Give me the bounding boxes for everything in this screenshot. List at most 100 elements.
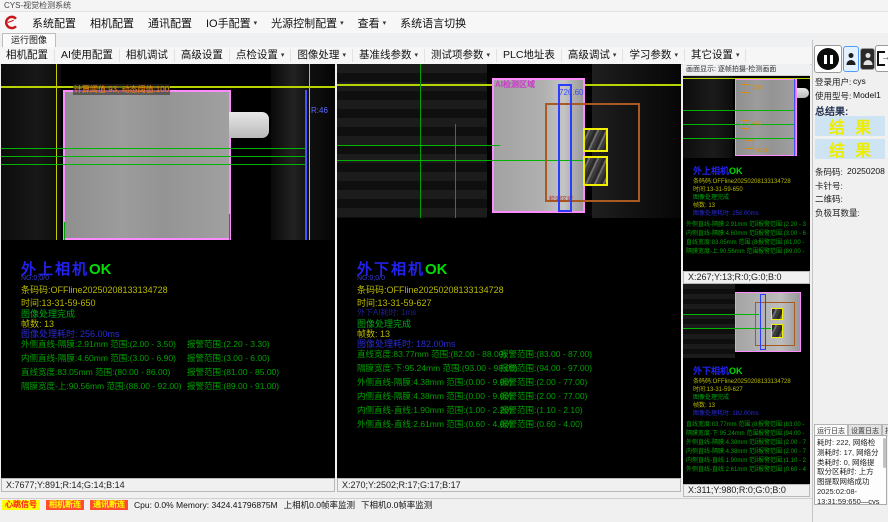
toolbar-ai-usage-config[interactable]: AI使用配置 (55, 49, 120, 62)
menu-item-light-control[interactable]: 光源控制配置▾ (264, 15, 351, 31)
toolbar-label: 基准线参数 (359, 49, 412, 62)
menu-item-camera-config[interactable]: 相机配置 (83, 15, 141, 31)
small-image-upper[interactable]: 2.91 4.60 90.56 (683, 76, 810, 158)
heartbeat-status-badge: 心跳信号 (2, 500, 40, 510)
tab-feature-box (771, 308, 783, 320)
alarm-range: 报警范围:(2.00 - 77.00) (758, 446, 806, 455)
pause-icon (817, 48, 839, 70)
ai-region-label: AI检测区域 (495, 79, 535, 90)
alarm-range: 报警范围:(83.00 - 87.00) (758, 419, 806, 428)
toolbar-spot-check[interactable]: 点检设置▾ (230, 49, 292, 62)
toolbar-label: AI使用配置 (61, 49, 113, 62)
width-value-label: 726.60 (559, 88, 583, 97)
toolbar-label: 相机调试 (126, 49, 168, 62)
measurement-row: 隔膜宽度-上:90.56mm 范围:(88.00 - 92.00)报警范围:(8… (21, 380, 182, 392)
menu-label: IO手配置 (206, 15, 251, 31)
toolbar-plc-address-table[interactable]: PLC地址表 (497, 49, 562, 62)
measurement-row: 隔膜宽度-上:90.56mm 范围:(88.00 - 92.00)报警范围:(8… (686, 246, 810, 255)
small-view-lower: 外下相机OK 条码码:OFFline20250208133134728 时间:1… (683, 284, 810, 484)
log-scrollbar[interactable] (883, 438, 886, 468)
marker-box (741, 120, 750, 129)
alarm-range: 报警范围:(89.00 - 91.00) (758, 246, 806, 255)
width-measure-box (760, 294, 766, 350)
tab-run-image[interactable]: 运行图像 (2, 33, 56, 47)
menu-label: 通讯配置 (148, 15, 192, 31)
toolbar-camera-config[interactable]: 相机配置 (0, 49, 55, 62)
measurement-value: 外侧直线-隔膜:4.38mm 范围:(0.00 - 9.00) (686, 437, 758, 446)
camera-image-lower-outer[interactable]: AI检测区域 检测区域 726.60 (337, 64, 681, 218)
alarm-range: 报警范围:(3.00 - 6.00) (758, 228, 806, 237)
measurement-value: 外侧直线-直线:2.61mm 范围:(0.60 - 4.00) (686, 464, 758, 473)
pause-button[interactable] (814, 45, 842, 73)
toolbar-baseline-params[interactable]: 基准线参数▾ (353, 49, 425, 62)
measurement-row: 外侧直线-隔膜:2.91mm 范围:(2.00 - 3.50)报警范围:(2.2… (686, 219, 810, 228)
measurement-row: 直线宽度:83.77mm 范围:(82.00 - 88.00)报警范围:(83.… (686, 419, 810, 428)
cpu-memory-status: Cpu: 0.0% Memory: 3424.41796875M (134, 500, 278, 510)
connector-tab (229, 112, 269, 138)
menu-item-view[interactable]: 查看▾ (351, 15, 394, 31)
model-value[interactable]: Model1 (853, 90, 881, 100)
toolbar-camera-debug[interactable]: 相机调试 (120, 49, 175, 62)
measurement-value: 隔膜宽度-下:95.24mm 范围:(93.00 - 98.00) (357, 363, 518, 373)
window-title: CYS-视觉检测系统 (4, 1, 71, 10)
toolbar-test-item-params[interactable]: 测试项参数▾ (425, 49, 497, 62)
barcode-value: 20250208 (847, 166, 885, 176)
alarm-range: 报警范围:(83.00 - 87.00) (500, 348, 592, 360)
user-login-button[interactable] (843, 46, 859, 72)
chevron-down-icon: ▾ (383, 19, 387, 27)
pin-number-label: 卡针号: (815, 180, 843, 192)
measurement-row: 内侧直线-隔膜:4.60mm 范围:(3.00 - 6.90)报警范围:(3.0… (686, 228, 810, 237)
toolbar-learning-params[interactable]: 学习参数▾ (623, 49, 685, 62)
alarm-range: 报警范围:(2.00 - 77.00) (500, 376, 587, 388)
log-output[interactable]: 耗时: 222, 网络检测耗时: 17, 网络分类耗时: 0, 网络提取分区耗时… (814, 435, 887, 505)
measurement-row: 外侧直线-隔膜:2.91mm 范围:(2.00 - 3.50)报警范围:(2.2… (21, 338, 176, 350)
menu-item-language-switch[interactable]: 系统语言切换 (393, 15, 473, 31)
user-icon (863, 53, 873, 65)
measurement-row: 直线宽度:83.05mm 范围:(80.00 - 86.00)报警范围:(81.… (21, 366, 170, 378)
machine-background (683, 76, 733, 158)
marker-label: 90.56 (756, 148, 769, 154)
exit-button[interactable]: → (875, 45, 888, 72)
menu-label: 光源控制配置 (271, 15, 337, 31)
measure-tick (64, 222, 65, 240)
menu-item-io-config[interactable]: IO手配置▾ (199, 15, 264, 31)
small-image-lower[interactable] (683, 284, 810, 358)
user-switch-button[interactable] (860, 48, 875, 70)
measurement-row: 内侧直线-隔膜:4.38mm 范围:(0.00 - 9.00)报警范围:(2.0… (357, 390, 512, 402)
menu-label: 系统配置 (32, 15, 76, 31)
alarm-range: 报警范围:(94.00 - 97.00) (758, 428, 806, 437)
toolbar-advanced-debug[interactable]: 高级调试▾ (562, 49, 624, 62)
toolbar-other-settings[interactable]: 其它设置▾ (685, 49, 747, 62)
elapsed-line: 图像处理耗时: 182.00ms (693, 408, 759, 417)
barcode-line: 条码码:OFFline20250208133134728 (21, 283, 168, 296)
toolbar-label: 点检设置 (236, 49, 278, 62)
menu-label: 相机配置 (90, 15, 134, 31)
lower-camera-framerate: 下相机0.0帧率监测 (361, 499, 432, 511)
camera-name: 外下相机 (693, 366, 729, 376)
menu-item-comm-config[interactable]: 通讯配置 (141, 15, 199, 31)
measure-line (683, 314, 759, 315)
measurement-row: 隔膜宽度-下:95.24mm 范围:(93.00 - 98.00)报警范围:(9… (357, 362, 518, 374)
measurement-value: 直线宽度:83.05mm 范围:(80.00 - 86.00) (686, 237, 758, 246)
measurement-value: 外侧直线-直线:2.61mm 范围:(0.60 - 4.00) (357, 419, 512, 429)
ng-counter: NG:0;0/0 (21, 275, 49, 282)
measurement-row: 内侧直线-直线:1.90mm 范围:(1.00 - 2.20)报警范围:(1.1… (357, 404, 512, 416)
camera-name: 外上相机 (693, 166, 729, 176)
camera-image-upper-outer[interactable]: 计算阈值:93, 动态阈值:100 R:46 (1, 64, 335, 240)
chevron-down-icon: ▾ (736, 49, 740, 62)
measure-line (1, 164, 307, 165)
toolbar-label: 高级设置 (181, 49, 223, 62)
small-views-header: 画面显示: 逐帧拍摄-检测画面 (683, 64, 810, 76)
measurement-value: 外侧直线-隔膜:2.91mm 范围:(2.00 - 3.50) (21, 339, 176, 349)
login-user-value: cys (853, 76, 866, 86)
toolbar-advanced-settings[interactable]: 高级设置 (175, 49, 230, 62)
marker-box (745, 140, 754, 149)
toolbar-image-processing[interactable]: 图像处理▾ (291, 49, 353, 62)
caliper-line (56, 64, 57, 240)
menu-item-system-config[interactable]: 系统配置 (25, 15, 83, 31)
measurement-value: 隔膜宽度-上:90.56mm 范围:(88.00 - 92.00) (21, 381, 182, 391)
tab-feature-box (771, 324, 783, 338)
toolbar-label: 图像处理 (297, 49, 339, 62)
alarm-range: 报警范围:(0.60 - 4.00) (500, 418, 583, 430)
measure-line (337, 145, 500, 146)
